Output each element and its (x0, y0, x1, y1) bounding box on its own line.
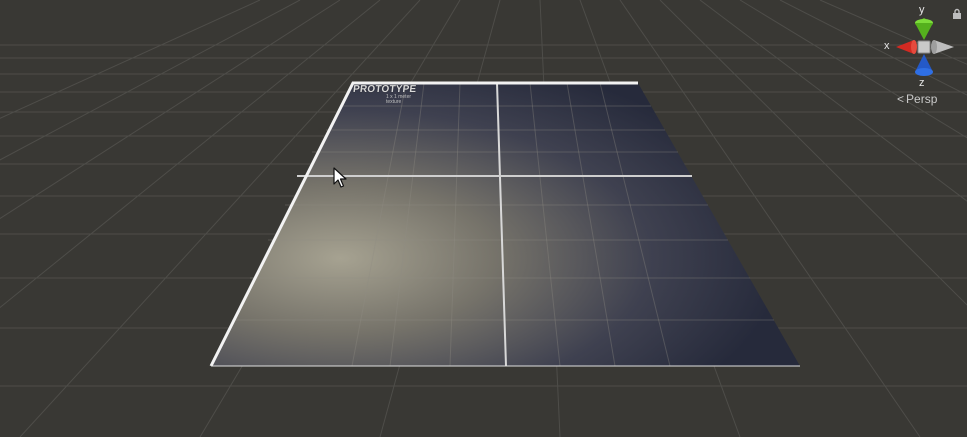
plane-texture-sublines: 1 x 1 meter texture (386, 95, 411, 105)
orientation-gizmo-icon[interactable] (896, 18, 954, 76)
chevron-left-icon: < (897, 91, 905, 106)
gizmo-label-x[interactable]: x (884, 41, 890, 52)
perspective-toggle[interactable]: < Persp (897, 91, 937, 106)
lock-icon[interactable] (952, 8, 962, 20)
mouse-cursor-icon (333, 167, 347, 188)
persp-label: Persp (906, 91, 938, 106)
scene-view[interactable]: y x z < Persp PROTOTYPE 1 x 1 meter text… (0, 0, 967, 437)
gizmo-label-z[interactable]: z (919, 78, 925, 89)
scene-viewport[interactable] (0, 0, 967, 437)
plane-texture-subline: texture (386, 99, 402, 105)
prototype-plane[interactable] (209, 81, 800, 367)
gizmo-label-y[interactable]: y (919, 5, 925, 16)
